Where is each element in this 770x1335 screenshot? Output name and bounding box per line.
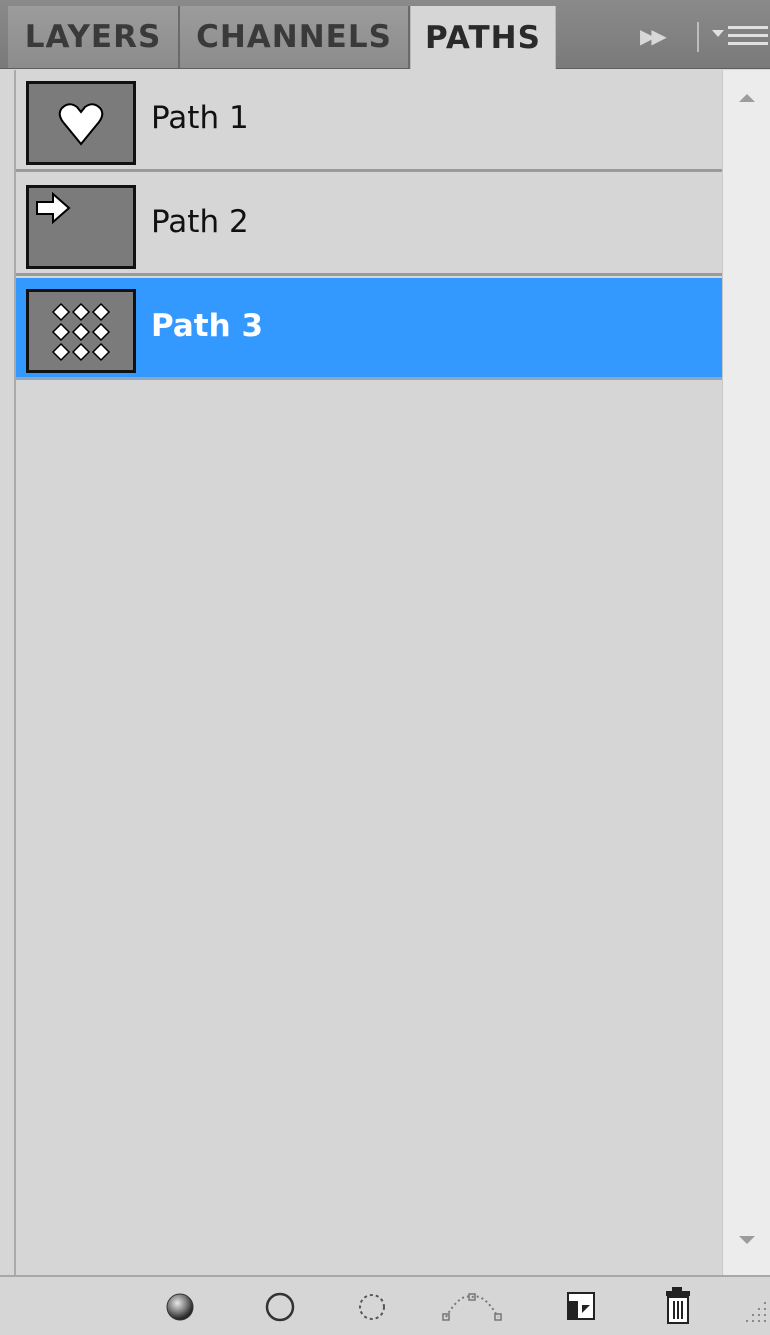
collapse-panel-icon[interactable]: ▶▶ (640, 24, 680, 50)
panel-menu-icon[interactable] (712, 22, 768, 52)
path-name: Path 3 (151, 308, 264, 344)
path-row-1[interactable]: Path 1 (16, 70, 724, 172)
paths-list: Path 1 Path 2 Path 3 (14, 70, 724, 1275)
heart-shape-icon (58, 103, 104, 146)
scroll-up-arrow-icon[interactable] (739, 94, 755, 102)
path-thumbnail (26, 185, 136, 269)
resize-grip-icon[interactable] (738, 1296, 770, 1330)
path-name: Path 1 (151, 100, 249, 136)
tab-channels[interactable]: CHANNELS (180, 6, 410, 68)
toolbar-divider (697, 22, 699, 52)
path-row-2[interactable]: Path 2 (16, 174, 724, 276)
path-thumbnail (26, 81, 136, 165)
path-row-3-selected[interactable]: Path 3 (16, 278, 724, 380)
stroke-path-icon[interactable] (258, 1283, 302, 1327)
paths-bottom-toolbar (0, 1275, 770, 1332)
panel-tab-bar: LAYERS CHANNELS PATHS ▶▶ (0, 0, 770, 69)
scroll-down-arrow-icon[interactable] (739, 1236, 755, 1244)
diamond-grid-shape-icon (51, 302, 111, 362)
tab-paths[interactable]: PATHS (410, 6, 556, 69)
fill-path-icon[interactable] (158, 1283, 202, 1327)
make-work-path-icon[interactable] (440, 1283, 504, 1327)
tab-layers[interactable]: LAYERS (8, 6, 180, 68)
vertical-scrollbar[interactable] (722, 70, 770, 1275)
path-thumbnail (26, 289, 136, 373)
new-path-icon[interactable] (560, 1283, 604, 1327)
load-selection-icon[interactable] (350, 1283, 394, 1327)
delete-path-icon[interactable] (656, 1283, 700, 1327)
arrow-shape-icon (36, 191, 71, 225)
path-name: Path 2 (151, 204, 249, 240)
